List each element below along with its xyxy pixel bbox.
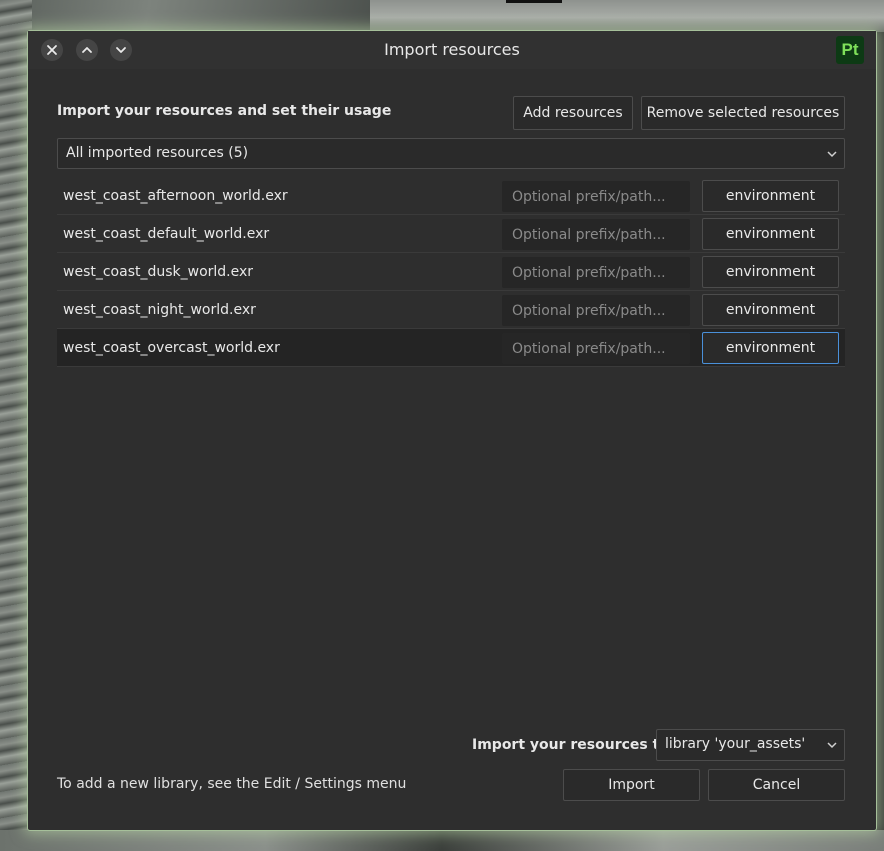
background-desktop-top-left: [0, 0, 370, 32]
import-resources-dialog: Import resources Pt Import your resource…: [28, 31, 876, 830]
library-select[interactable]: library 'your_assets': [656, 729, 845, 761]
usage-button[interactable]: environment: [702, 256, 839, 288]
import-button[interactable]: Import: [563, 769, 700, 801]
resource-filename: west_coast_night_world.exr: [63, 302, 256, 318]
library-selected-value: library 'your_assets': [665, 736, 806, 752]
prefix-path-input[interactable]: [502, 181, 690, 212]
usage-button[interactable]: environment: [702, 180, 839, 212]
window-title: Import resources: [384, 40, 520, 59]
resource-filename: west_coast_default_world.exr: [63, 226, 270, 242]
background-desktop-bottom: [0, 830, 884, 851]
usage-button[interactable]: environment: [702, 332, 839, 364]
resource-row[interactable]: west_coast_default_world.exr environment: [57, 215, 845, 253]
resource-filename: west_coast_dusk_world.exr: [63, 264, 254, 280]
cancel-button[interactable]: Cancel: [708, 769, 845, 801]
add-resources-button[interactable]: Add resources: [513, 96, 633, 130]
chevron-down-icon: [827, 151, 837, 158]
resource-row[interactable]: west_coast_afternoon_world.exr environme…: [57, 177, 845, 215]
section-heading: Import your resources and set their usag…: [57, 103, 392, 119]
usage-button[interactable]: environment: [702, 218, 839, 250]
usage-button[interactable]: environment: [702, 294, 839, 326]
library-hint-text: To add a new library, see the Edit / Set…: [57, 776, 407, 792]
prefix-path-input[interactable]: [502, 257, 690, 288]
chevron-down-icon: [827, 742, 837, 749]
resource-row[interactable]: west_coast_dusk_world.exr environment: [57, 253, 845, 291]
background-desktop-top: [370, 0, 884, 32]
title-bar: Import resources Pt: [28, 31, 876, 69]
import-destination-label: Import your resources to:: [472, 737, 675, 753]
resource-row[interactable]: west_coast_night_world.exr environment: [57, 291, 845, 329]
resource-list: west_coast_afternoon_world.exr environme…: [57, 177, 845, 367]
remove-selected-resources-button[interactable]: Remove selected resources: [641, 96, 845, 130]
resource-filter-dropdown[interactable]: All imported resources (5): [57, 138, 845, 169]
prefix-path-input[interactable]: [502, 333, 690, 364]
resource-filename: west_coast_afternoon_world.exr: [63, 188, 288, 204]
resource-row-selected[interactable]: west_coast_overcast_world.exr environmen…: [57, 329, 845, 367]
filter-selected-value: All imported resources (5): [66, 145, 249, 161]
app-logo: Pt: [836, 36, 864, 64]
prefix-path-input[interactable]: [502, 219, 690, 250]
resource-filename: west_coast_overcast_world.exr: [63, 340, 280, 356]
prefix-path-input[interactable]: [502, 295, 690, 326]
